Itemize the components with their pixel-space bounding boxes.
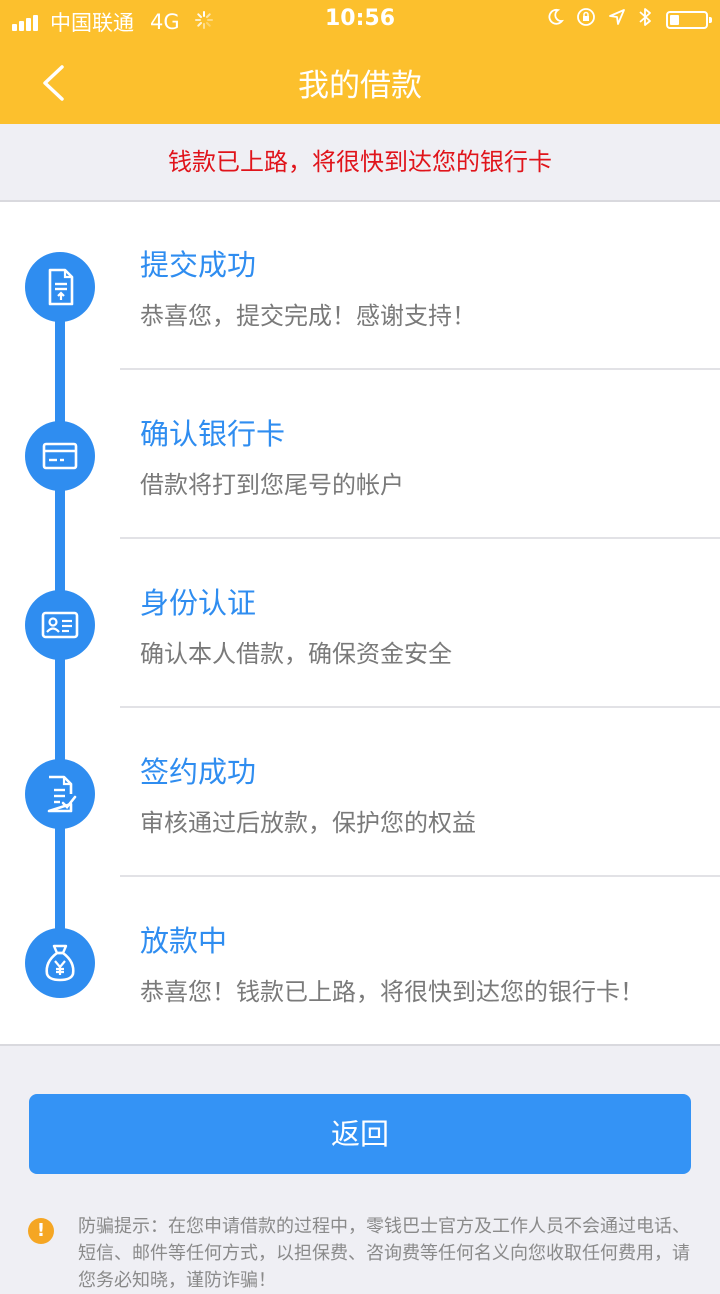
status-notice: 钱款已上路，将很快到达您的银行卡 (0, 124, 720, 202)
divider (120, 706, 720, 708)
step-description: 确认本人借款，确保资金安全 (140, 640, 452, 668)
step-title: 签约成功 (140, 755, 257, 789)
document-upload-icon (25, 252, 95, 322)
money-bag-icon (25, 928, 95, 998)
warning-icon: ! (28, 1218, 54, 1244)
step-bank-card: 确认银行卡 借款将打到您尾号的帐户 (0, 371, 720, 540)
location-arrow-icon (608, 8, 626, 31)
status-bar: 中国联通 4G 10:56 (0, 0, 720, 40)
return-button[interactable]: 返回 (29, 1094, 691, 1174)
rotation-lock-icon (576, 7, 596, 32)
contract-sign-icon (25, 759, 95, 829)
battery-icon (666, 10, 712, 29)
step-disbursing: 放款中 恭喜您！钱款已上路，将很快到达您的银行卡！ (0, 878, 720, 1047)
divider (120, 368, 720, 370)
step-description: 借款将打到您尾号的帐户 (140, 471, 404, 499)
step-title: 放款中 (140, 924, 228, 958)
step-title: 提交成功 (140, 248, 257, 282)
step-identity: 身份认证 确认本人借款，确保资金安全 (0, 540, 720, 709)
bank-card-icon (25, 421, 95, 491)
progress-timeline: 提交成功 恭喜您，提交完成！感谢支持！ 确认银行卡 借款将打到您尾号的帐户 身份… (0, 202, 720, 1046)
step-description: 恭喜您！钱款已上路，将很快到达您的银行卡！ (140, 978, 644, 1006)
moon-icon (546, 8, 564, 31)
step-submitted: 提交成功 恭喜您，提交完成！感谢支持！ (0, 202, 720, 371)
step-contract: 签约成功 审核通过后放款，保护您的权益 (0, 709, 720, 878)
step-description: 恭喜您，提交完成！感谢支持！ (140, 302, 476, 330)
step-title: 身份认证 (140, 586, 257, 620)
page-title: 我的借款 (298, 68, 422, 104)
divider (120, 537, 720, 539)
divider (120, 875, 720, 877)
nav-bar: 我的借款 (0, 40, 720, 124)
step-title: 确认银行卡 (140, 417, 286, 451)
anti-fraud-warning: 防骗提示：在您申请借款的过程中，零钱巴士官方及工作人员不会通过电话、短信、邮件等… (78, 1216, 690, 1291)
bluetooth-icon (638, 7, 652, 32)
id-card-icon (25, 590, 95, 660)
step-description: 审核通过后放款，保护您的权益 (140, 809, 476, 837)
